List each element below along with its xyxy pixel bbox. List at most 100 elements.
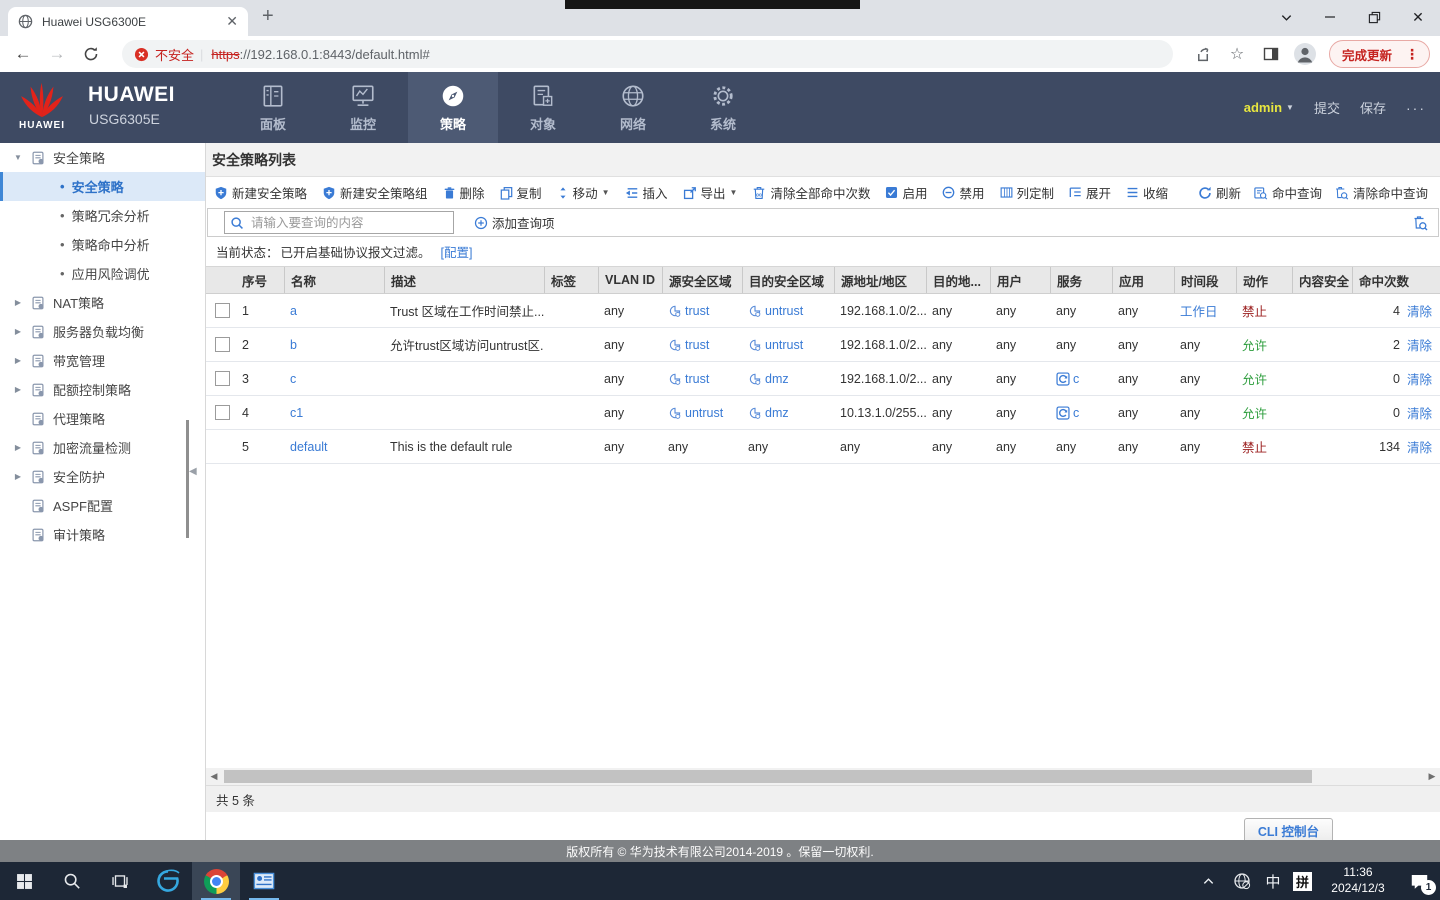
nav-item-object[interactable]: 对象 (498, 72, 588, 143)
user-menu[interactable]: admin ▼ (1244, 100, 1294, 115)
address-bar[interactable]: 不安全 | https ://192.168.0.1:8443/default.… (122, 40, 1173, 68)
row-checkbox[interactable] (215, 371, 230, 386)
time-range-link[interactable]: 工作日 (1180, 301, 1218, 320)
column-header[interactable]: 时间段 (1174, 267, 1236, 293)
browser-tab[interactable]: Huawei USG6300E ✕ (8, 7, 248, 36)
zone-link[interactable]: dmz (765, 406, 789, 420)
sidebar-item-policy-hit-analysis[interactable]: •策略命中分析 (0, 230, 205, 259)
search-input[interactable] (249, 215, 448, 231)
policy-name-link[interactable]: b (290, 338, 297, 352)
column-header[interactable]: 标签 (544, 267, 598, 293)
scrollbar-thumb[interactable] (224, 770, 1312, 783)
sidebar-item-security-protection[interactable]: ▶安全防护 (0, 462, 205, 491)
table-row[interactable]: 2b允许trust区域访问untrust区...anytrustuntrust1… (206, 328, 1440, 362)
close-window-icon[interactable]: ✕ (1396, 0, 1440, 34)
clear-hits-link[interactable]: 清除 (1407, 335, 1432, 354)
expand-arrow-icon[interactable]: ▼ (13, 153, 23, 162)
nav-item-system[interactable]: 系统 (678, 72, 768, 143)
notification-center-icon[interactable]: 1 (1398, 862, 1440, 900)
zone-link[interactable]: dmz (765, 372, 789, 386)
sidebar-item-nat-policy[interactable]: ▶NAT策略 (0, 288, 205, 317)
sidebar-item-server-load-balance[interactable]: ▶服务器负载均衡 (0, 317, 205, 346)
column-header[interactable]: 服务 (1050, 267, 1112, 293)
column-header[interactable]: 内容安全 (1292, 267, 1352, 293)
zone-link[interactable]: trust (685, 338, 709, 352)
expand-arrow-icon[interactable]: ▶ (13, 327, 23, 336)
clear-hits-link[interactable]: 清除 (1407, 301, 1432, 320)
zone-link[interactable]: trust (685, 304, 709, 318)
scroll-right-icon[interactable]: ▶ (1424, 768, 1440, 785)
ime-pinyin-indicator[interactable]: 拼 (1287, 862, 1318, 900)
forward-icon[interactable]: → (44, 41, 70, 67)
taskbar-clock[interactable]: 11:36 2024/12/3 (1318, 862, 1398, 900)
table-row[interactable]: 1aTrust 区域在工作时间禁止...anytrustuntrust192.1… (206, 294, 1440, 328)
hit-query-button[interactable]: 命中查询 (1253, 183, 1322, 202)
column-header[interactable]: 命中次数 (1352, 267, 1434, 293)
column-header[interactable]: 目的安全区域 (742, 267, 834, 293)
zone-link[interactable]: trust (685, 372, 709, 386)
not-secure-label[interactable]: 不安全 (155, 45, 194, 64)
taskbar-search-button[interactable] (48, 862, 96, 900)
table-row[interactable]: 3canytrustdmz192.168.1.0/2...anyanycanya… (206, 362, 1440, 396)
ime-language-indicator[interactable]: 中 (1259, 862, 1287, 900)
delete-button[interactable]: 删除 (443, 183, 485, 202)
chrome-update-button[interactable]: 完成更新 ⋮ (1329, 40, 1430, 68)
clear-hit-query-button[interactable]: 清除命中查询 (1334, 183, 1428, 202)
policy-name-link[interactable]: a (290, 304, 297, 318)
insert-button[interactable]: 插入 (625, 183, 668, 202)
nav-item-dashboard[interactable]: 面板 (228, 72, 318, 143)
row-checkbox[interactable] (215, 337, 230, 352)
nav-item-monitor[interactable]: 监控 (318, 72, 408, 143)
column-header[interactable]: 动作 (1236, 267, 1292, 293)
browser-menu-icon[interactable]: ⋮ (1399, 46, 1425, 63)
side-panel-icon[interactable] (1257, 40, 1285, 68)
sidebar-item-aspf-config[interactable]: ASPF配置 (0, 491, 205, 520)
sidebar-item-policy-redundancy[interactable]: •策略冗余分析 (0, 201, 205, 230)
horizontal-scrollbar[interactable]: ◀ ▶ (206, 768, 1440, 785)
policy-name-link[interactable]: default (290, 440, 328, 454)
reload-icon[interactable] (78, 41, 104, 67)
sidebar-item-bandwidth-mgmt[interactable]: ▶带宽管理 (0, 346, 205, 375)
move-button[interactable]: 移动▼ (557, 183, 610, 202)
zone-link[interactable]: untrust (765, 338, 803, 352)
sidebar-item-quota-control[interactable]: ▶配额控制策略 (0, 375, 205, 404)
network-globe-icon[interactable] (1225, 862, 1259, 900)
zone-link[interactable]: untrust (685, 406, 723, 420)
minimize-icon[interactable] (1308, 0, 1352, 34)
column-header[interactable]: 源安全区域 (662, 267, 742, 293)
column-header[interactable] (206, 267, 236, 293)
policy-name-link[interactable]: c (290, 372, 296, 386)
refresh-button[interactable]: 刷新 (1198, 183, 1241, 202)
expand-arrow-icon[interactable]: ▶ (13, 385, 23, 394)
ie-icon[interactable] (144, 862, 192, 900)
tab-search-chevron-icon[interactable] (1264, 0, 1308, 34)
service-link[interactable]: c (1073, 372, 1079, 386)
column-header[interactable]: 应用 (1112, 267, 1174, 293)
back-icon[interactable]: ← (10, 41, 36, 67)
scroll-left-icon[interactable]: ◀ (206, 768, 222, 785)
clear-hits-link[interactable]: 清除 (1407, 369, 1432, 388)
nav-item-network[interactable]: 网络 (588, 72, 678, 143)
start-button[interactable] (0, 862, 48, 900)
zone-link[interactable]: untrust (765, 304, 803, 318)
save-button[interactable]: 保存 (1360, 98, 1386, 117)
restore-icon[interactable] (1352, 0, 1396, 34)
new-policy-group-button[interactable]: 新建安全策略组 (322, 183, 428, 202)
column-header[interactable]: 名称 (284, 267, 384, 293)
task-view-button[interactable] (96, 862, 144, 900)
profile-avatar[interactable] (1291, 40, 1319, 68)
bookmark-star-icon[interactable]: ☆ (1223, 40, 1251, 68)
service-link[interactable]: c (1073, 406, 1079, 420)
document-app-icon[interactable] (240, 862, 288, 900)
sidebar-item-security-policy[interactable]: ▼安全策略 (0, 143, 205, 172)
column-header[interactable]: 用户 (990, 267, 1050, 293)
shrink-button[interactable]: 收缩 (1126, 183, 1168, 202)
row-checkbox[interactable] (215, 405, 230, 420)
column-header[interactable]: 源地址/地区 (834, 267, 926, 293)
sidebar-collapse-handle[interactable]: ◀ (189, 466, 197, 477)
table-row[interactable]: 5defaultThis is the default ruleanyanyan… (206, 430, 1440, 464)
add-query-button[interactable]: 添加查询项 (474, 213, 555, 232)
export-button[interactable]: 导出▼ (683, 183, 738, 202)
tab-close-icon[interactable]: ✕ (226, 13, 238, 30)
share-icon[interactable] (1189, 40, 1217, 68)
